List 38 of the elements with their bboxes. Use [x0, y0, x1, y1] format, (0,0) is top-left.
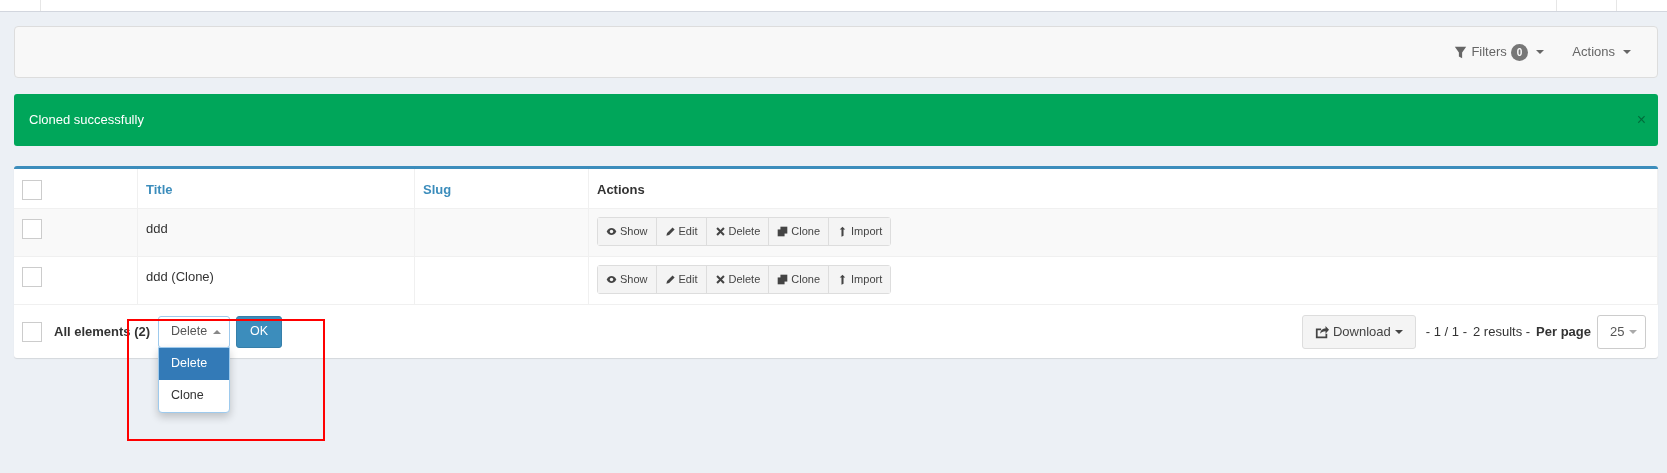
- alert-message: Cloned successfully: [29, 111, 144, 130]
- results-count: 2 results -: [1473, 322, 1531, 341]
- share-icon: [1315, 324, 1329, 339]
- column-header: Actions: [597, 182, 645, 197]
- row-checkbox[interactable]: [22, 219, 42, 239]
- filter-count-badge: 0: [1510, 43, 1529, 61]
- filter-icon: [1454, 45, 1468, 59]
- column-header[interactable]: Slug: [423, 182, 452, 197]
- column-header[interactable]: Title: [146, 182, 173, 197]
- pencil-icon: [664, 273, 676, 285]
- select-all-checkbox[interactable]: [22, 321, 42, 342]
- caret-icon: [1394, 329, 1403, 334]
- show-button[interactable]: Show: [598, 266, 657, 293]
- filters-button[interactable]: Filters 0: [1454, 42, 1545, 62]
- ok-button[interactable]: OK: [236, 315, 283, 348]
- actions-button[interactable]: Actions: [1572, 42, 1631, 62]
- show-button[interactable]: Show: [598, 218, 657, 245]
- copy-icon: [777, 225, 789, 237]
- copy-icon: [777, 273, 789, 285]
- caret-icon: [1536, 50, 1545, 54]
- title-cell: ddd (Clone): [146, 269, 214, 284]
- dropdown-option[interactable]: Delete: [159, 347, 230, 380]
- caret-icon: [213, 329, 222, 334]
- close-icon: [714, 225, 726, 237]
- caret-icon: [1629, 329, 1637, 334]
- pencil-icon: [664, 225, 676, 237]
- dropdown-option[interactable]: Clone: [159, 379, 230, 412]
- caret-icon: [1623, 50, 1631, 54]
- eye-icon: [606, 225, 617, 237]
- row-checkbox[interactable]: [22, 267, 42, 287]
- per-page-select[interactable]: 25: [1597, 314, 1646, 349]
- title-cell: ddd: [146, 221, 168, 236]
- download-button[interactable]: Download: [1302, 314, 1416, 349]
- per-page-label: Per page: [1536, 322, 1591, 341]
- page-info: - 1 / 1 -: [1425, 322, 1467, 341]
- close-icon: [714, 273, 726, 285]
- eye-icon: [606, 273, 617, 285]
- checkbox[interactable]: [22, 180, 42, 200]
